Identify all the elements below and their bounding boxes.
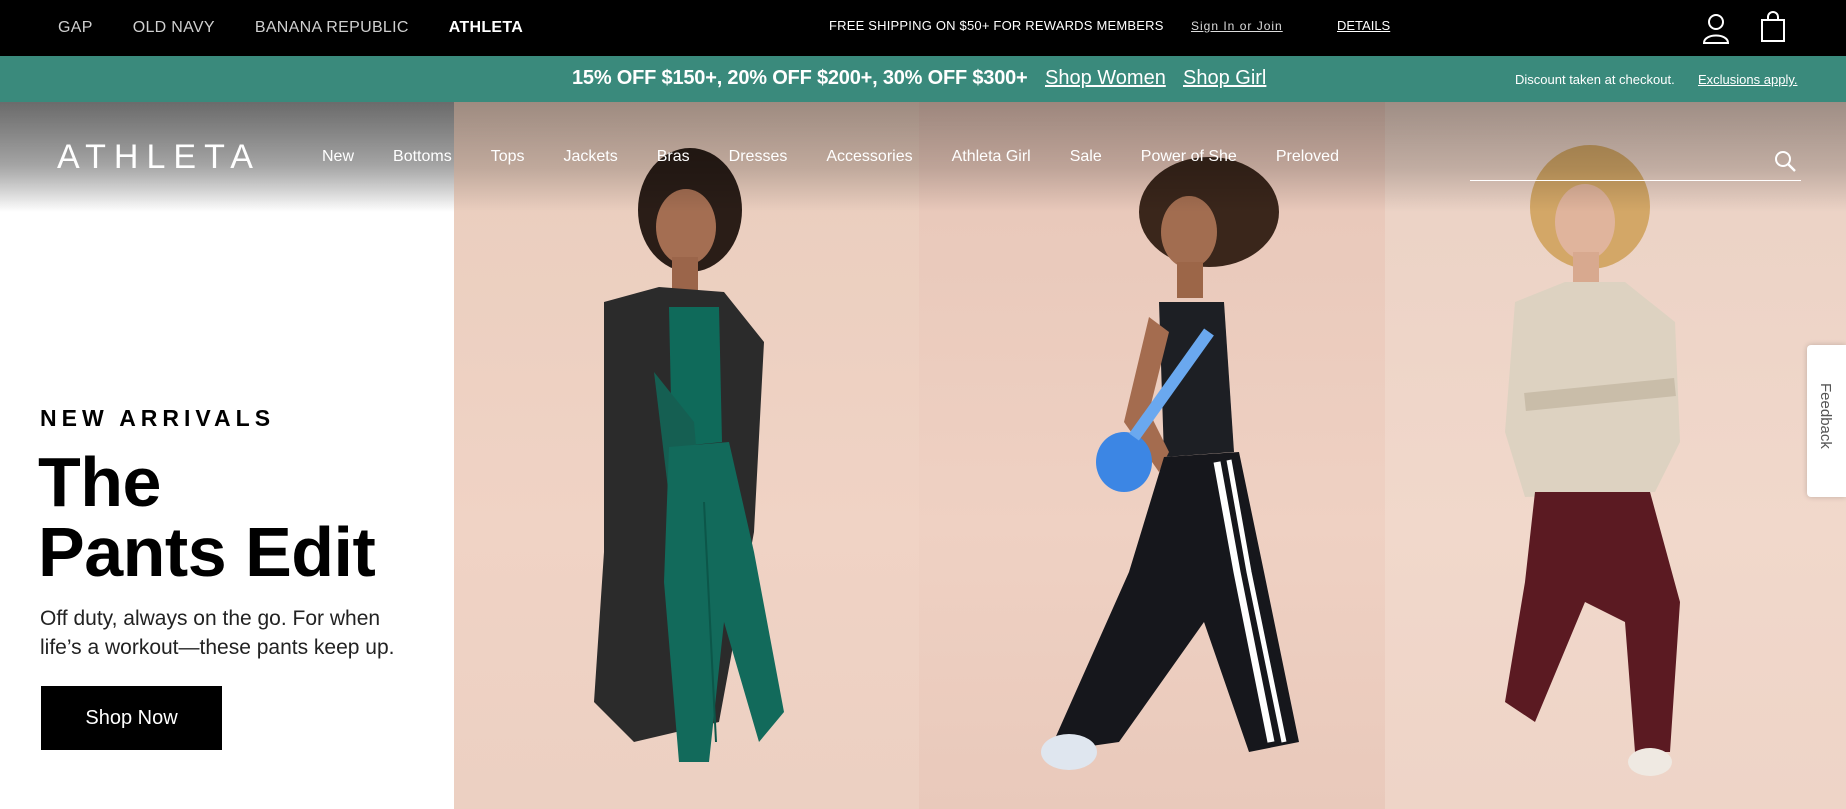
sign-in-link[interactable]: Sign In or Join	[1191, 19, 1283, 33]
nav-item-preloved[interactable]: Preloved	[1276, 148, 1339, 166]
nav-item-jackets[interactable]: Jackets	[564, 148, 618, 166]
brand-bar: GAP OLD NAVY BANANA REPUBLIC ATHLETA FRE…	[0, 0, 1846, 56]
exclusions-link[interactable]: Exclusions apply.	[1698, 72, 1797, 87]
brand-link-athleta[interactable]: ATHLETA	[449, 19, 523, 37]
details-link[interactable]: DETAILS	[1337, 18, 1390, 33]
hero-banner: ATHLETA New Bottoms Tops Jackets Bras Dr…	[0, 102, 1846, 809]
search-icon[interactable]	[1774, 150, 1796, 172]
nav-item-dresses[interactable]: Dresses	[729, 148, 788, 166]
feedback-tab[interactable]: Feedback	[1807, 345, 1846, 497]
search-underline	[1470, 180, 1801, 181]
shop-girl-link[interactable]: Shop Girl	[1183, 67, 1266, 90]
hero-title-line-1: The	[38, 443, 161, 521]
nav-item-new[interactable]: New	[322, 148, 354, 166]
nav-item-sale[interactable]: Sale	[1070, 148, 1102, 166]
brand-link-gap[interactable]: GAP	[58, 19, 93, 37]
promo-offer: 15% OFF $150+, 20% OFF $200+, 30% OFF $3…	[572, 67, 1028, 89]
promo-bar: 15% OFF $150+, 20% OFF $200+, 30% OFF $3…	[0, 56, 1846, 102]
nav-item-bottoms[interactable]: Bottoms	[393, 148, 452, 166]
search-input[interactable]	[1470, 146, 1770, 176]
feedback-label: Feedback	[1817, 383, 1834, 449]
nav-item-tops[interactable]: Tops	[491, 148, 525, 166]
brand-links: GAP OLD NAVY BANANA REPUBLIC ATHLETA	[58, 0, 523, 56]
shopping-bag-icon[interactable]	[1760, 11, 1786, 43]
nav-item-athleta-girl[interactable]: Athleta Girl	[952, 148, 1031, 166]
hero-title-line-2: Pants Edit	[38, 513, 376, 591]
nav-item-power-of-she[interactable]: Power of She	[1141, 148, 1237, 166]
brand-link-old-navy[interactable]: OLD NAVY	[133, 19, 215, 37]
brand-link-banana-republic[interactable]: BANANA REPUBLIC	[255, 19, 409, 37]
hero-subtitle: Off duty, always on the go. For when lif…	[40, 607, 395, 659]
promo-disclaimer: Discount taken at checkout.	[1515, 72, 1675, 87]
hero-title: The Pants Edit	[38, 443, 376, 591]
main-nav: New Bottoms Tops Jackets Bras Dresses Ac…	[322, 148, 1378, 166]
account-icon[interactable]	[1701, 12, 1731, 44]
shop-now-button[interactable]: Shop Now	[41, 686, 222, 750]
shipping-message: FREE SHIPPING ON $50+ FOR REWARDS MEMBER…	[829, 18, 1164, 33]
shop-women-link[interactable]: Shop Women	[1045, 67, 1166, 90]
athleta-logo[interactable]: ATHLETA	[57, 138, 261, 177]
hero-kicker: NEW ARRIVALS	[40, 405, 276, 431]
nav-item-bras[interactable]: Bras	[657, 148, 690, 166]
nav-item-accessories[interactable]: Accessories	[826, 148, 912, 166]
